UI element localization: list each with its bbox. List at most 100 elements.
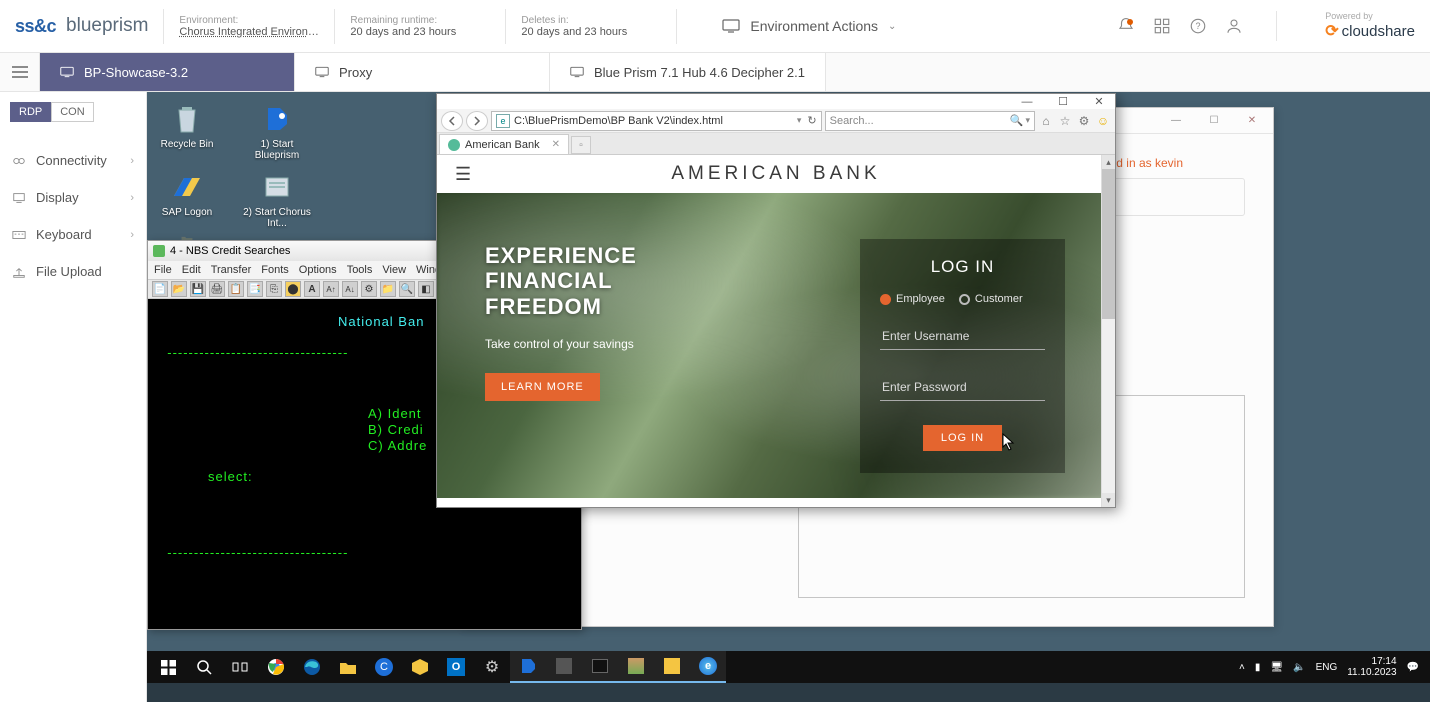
desktop-icon-start-blueprism[interactable]: 1) Start Blueprism: [242, 102, 312, 161]
ie-tab-american-bank[interactable]: American Bank ✕: [439, 134, 569, 154]
tray-clock[interactable]: 17:14 11.10.2023: [1347, 656, 1396, 678]
toolbar-button[interactable]: 💾: [190, 281, 206, 297]
menu-tools[interactable]: Tools: [347, 264, 373, 276]
tray-monitor-icon[interactable]: 🖥: [1270, 662, 1283, 673]
taskbar-outlook[interactable]: O: [438, 651, 474, 683]
env-value[interactable]: Chorus Integrated Environme...: [179, 26, 319, 38]
menu-fonts[interactable]: Fonts: [261, 264, 289, 276]
toolbar-button[interactable]: 📋: [228, 281, 244, 297]
back-button[interactable]: [441, 111, 463, 131]
notifications-button[interactable]: [1117, 17, 1135, 35]
toolbar-button[interactable]: ⚙: [361, 281, 377, 297]
minimize-button[interactable]: —: [1015, 95, 1039, 109]
bank-menu-button[interactable]: ☰: [455, 164, 471, 185]
toolbar-button[interactable]: 🔍: [399, 281, 415, 297]
close-button[interactable]: ✕: [1237, 112, 1267, 130]
tray-language[interactable]: ENG: [1316, 662, 1338, 673]
tab-proxy[interactable]: Proxy: [295, 53, 550, 91]
sidebar-item-connectivity[interactable]: Connectivity ›: [0, 142, 146, 179]
toolbar-button[interactable]: 📂: [171, 281, 187, 297]
taskbar-chrome[interactable]: [258, 651, 294, 683]
desktop-icon-sap-logon[interactable]: SAP Logon: [152, 170, 222, 229]
new-tab-button[interactable]: ▫: [571, 136, 591, 154]
maximize-button[interactable]: ☐: [1051, 95, 1075, 109]
tray-network-icon[interactable]: ▮: [1255, 662, 1261, 673]
refresh-button[interactable]: ↻: [807, 114, 816, 127]
tab-close-button[interactable]: ✕: [552, 139, 560, 150]
sidebar-item-keyboard[interactable]: Keyboard ›: [0, 216, 146, 253]
desktop-icon-recycle-bin[interactable]: Recycle Bin: [152, 102, 222, 161]
password-input[interactable]: [880, 374, 1045, 401]
toolbar-button[interactable]: ◧: [418, 281, 434, 297]
username-input[interactable]: [880, 323, 1045, 350]
toolbar-button[interactable]: A↑: [323, 281, 339, 297]
tab-bp-showcase[interactable]: BP-Showcase-3.2: [40, 53, 295, 91]
toolbar-button[interactable]: ⬤: [285, 281, 301, 297]
search-button[interactable]: [186, 651, 222, 683]
search-dropdown-icon[interactable]: ▾: [1025, 115, 1030, 126]
settings-button[interactable]: ⚙: [1076, 113, 1092, 129]
address-dropdown-icon[interactable]: ▾: [797, 115, 802, 126]
login-button[interactable]: LOG IN: [923, 425, 1002, 451]
menu-view[interactable]: View: [382, 264, 406, 276]
taskbar-settings[interactable]: ⚙: [474, 651, 510, 683]
minimize-button[interactable]: —: [1161, 112, 1191, 130]
taskbar-terminal[interactable]: [582, 651, 618, 683]
taskbar-app2[interactable]: [402, 651, 438, 683]
windows-taskbar[interactable]: C O ⚙ e ˄ ▮ 🖥 🔈 ENG 17:14 11.10.2023 �: [147, 651, 1430, 683]
sidebar-item-file-upload[interactable]: File Upload: [0, 253, 146, 290]
menu-file[interactable]: File: [154, 264, 172, 276]
task-view-button[interactable]: [222, 651, 258, 683]
apps-button[interactable]: [1153, 17, 1171, 35]
toolbar-button[interactable]: A↓: [342, 281, 358, 297]
menu-edit[interactable]: Edit: [182, 264, 201, 276]
radio-customer[interactable]: Customer: [959, 293, 1023, 305]
toolbar-button[interactable]: 🖨: [209, 281, 225, 297]
menu-toggle-button[interactable]: [0, 53, 40, 91]
tab-hub-decipher[interactable]: Blue Prism 7.1 Hub 4.6 Decipher 2.1: [550, 53, 826, 91]
vertical-scrollbar[interactable]: ▴ ▾: [1101, 155, 1115, 507]
user-button[interactable]: [1225, 17, 1243, 35]
remote-desktop[interactable]: Recycle Bin 1) Start Blueprism SAP Logon…: [147, 92, 1430, 702]
system-tray[interactable]: ˄ ▮ 🖥 🔈 ENG 17:14 11.10.2023 💬: [1239, 656, 1427, 678]
taskbar-app-running1[interactable]: [546, 651, 582, 683]
con-button[interactable]: CON: [51, 102, 93, 122]
cloudshare-logo[interactable]: ⟳cloudshare: [1325, 21, 1415, 41]
close-button[interactable]: ✕: [1087, 95, 1111, 109]
tray-notifications-icon[interactable]: 💬: [1407, 662, 1419, 673]
taskbar-edge[interactable]: [294, 651, 330, 683]
desktop-icon-start-chorus[interactable]: 2) Start Chorus Int...: [242, 170, 312, 229]
taskbar-ie[interactable]: e: [690, 651, 726, 683]
feedback-button[interactable]: ☺: [1095, 113, 1111, 129]
scrollbar-thumb[interactable]: [1102, 169, 1115, 319]
start-button[interactable]: [150, 651, 186, 683]
favorites-button[interactable]: ☆: [1057, 113, 1073, 129]
environment-actions-dropdown[interactable]: Environment Actions ⌄: [722, 18, 896, 34]
help-button[interactable]: ?: [1189, 17, 1207, 35]
taskbar-app-running2[interactable]: [618, 651, 654, 683]
maximize-button[interactable]: ☐: [1199, 112, 1229, 130]
rdp-button[interactable]: RDP: [10, 102, 51, 122]
toolbar-button[interactable]: 📁: [380, 281, 396, 297]
forward-button[interactable]: [466, 111, 488, 131]
taskbar-app-running3[interactable]: [654, 651, 690, 683]
address-bar[interactable]: e C:\BluePrismDemo\BP Bank V2\index.html…: [491, 111, 822, 131]
scroll-down-button[interactable]: ▾: [1102, 493, 1115, 507]
environment-block[interactable]: Environment: Chorus Integrated Environme…: [179, 15, 319, 38]
home-button[interactable]: ⌂: [1038, 113, 1054, 129]
learn-more-button[interactable]: LEARN MORE: [485, 373, 600, 401]
ie-search-box[interactable]: Search... 🔍 ▾: [825, 111, 1035, 131]
tray-volume-icon[interactable]: 🔈: [1293, 662, 1305, 673]
radio-employee[interactable]: Employee: [880, 293, 945, 305]
menu-options[interactable]: Options: [299, 264, 337, 276]
menu-transfer[interactable]: Transfer: [211, 264, 252, 276]
sidebar-item-display[interactable]: Display ›: [0, 179, 146, 216]
tray-chevron-up-icon[interactable]: ˄: [1239, 662, 1245, 673]
toolbar-button[interactable]: A: [304, 281, 320, 297]
taskbar-blueprism[interactable]: [510, 651, 546, 683]
search-icon[interactable]: 🔍: [1010, 114, 1024, 127]
toolbar-button[interactable]: ⎘: [266, 281, 282, 297]
taskbar-explorer[interactable]: [330, 651, 366, 683]
toolbar-button[interactable]: 📑: [247, 281, 263, 297]
taskbar-app1[interactable]: C: [366, 651, 402, 683]
